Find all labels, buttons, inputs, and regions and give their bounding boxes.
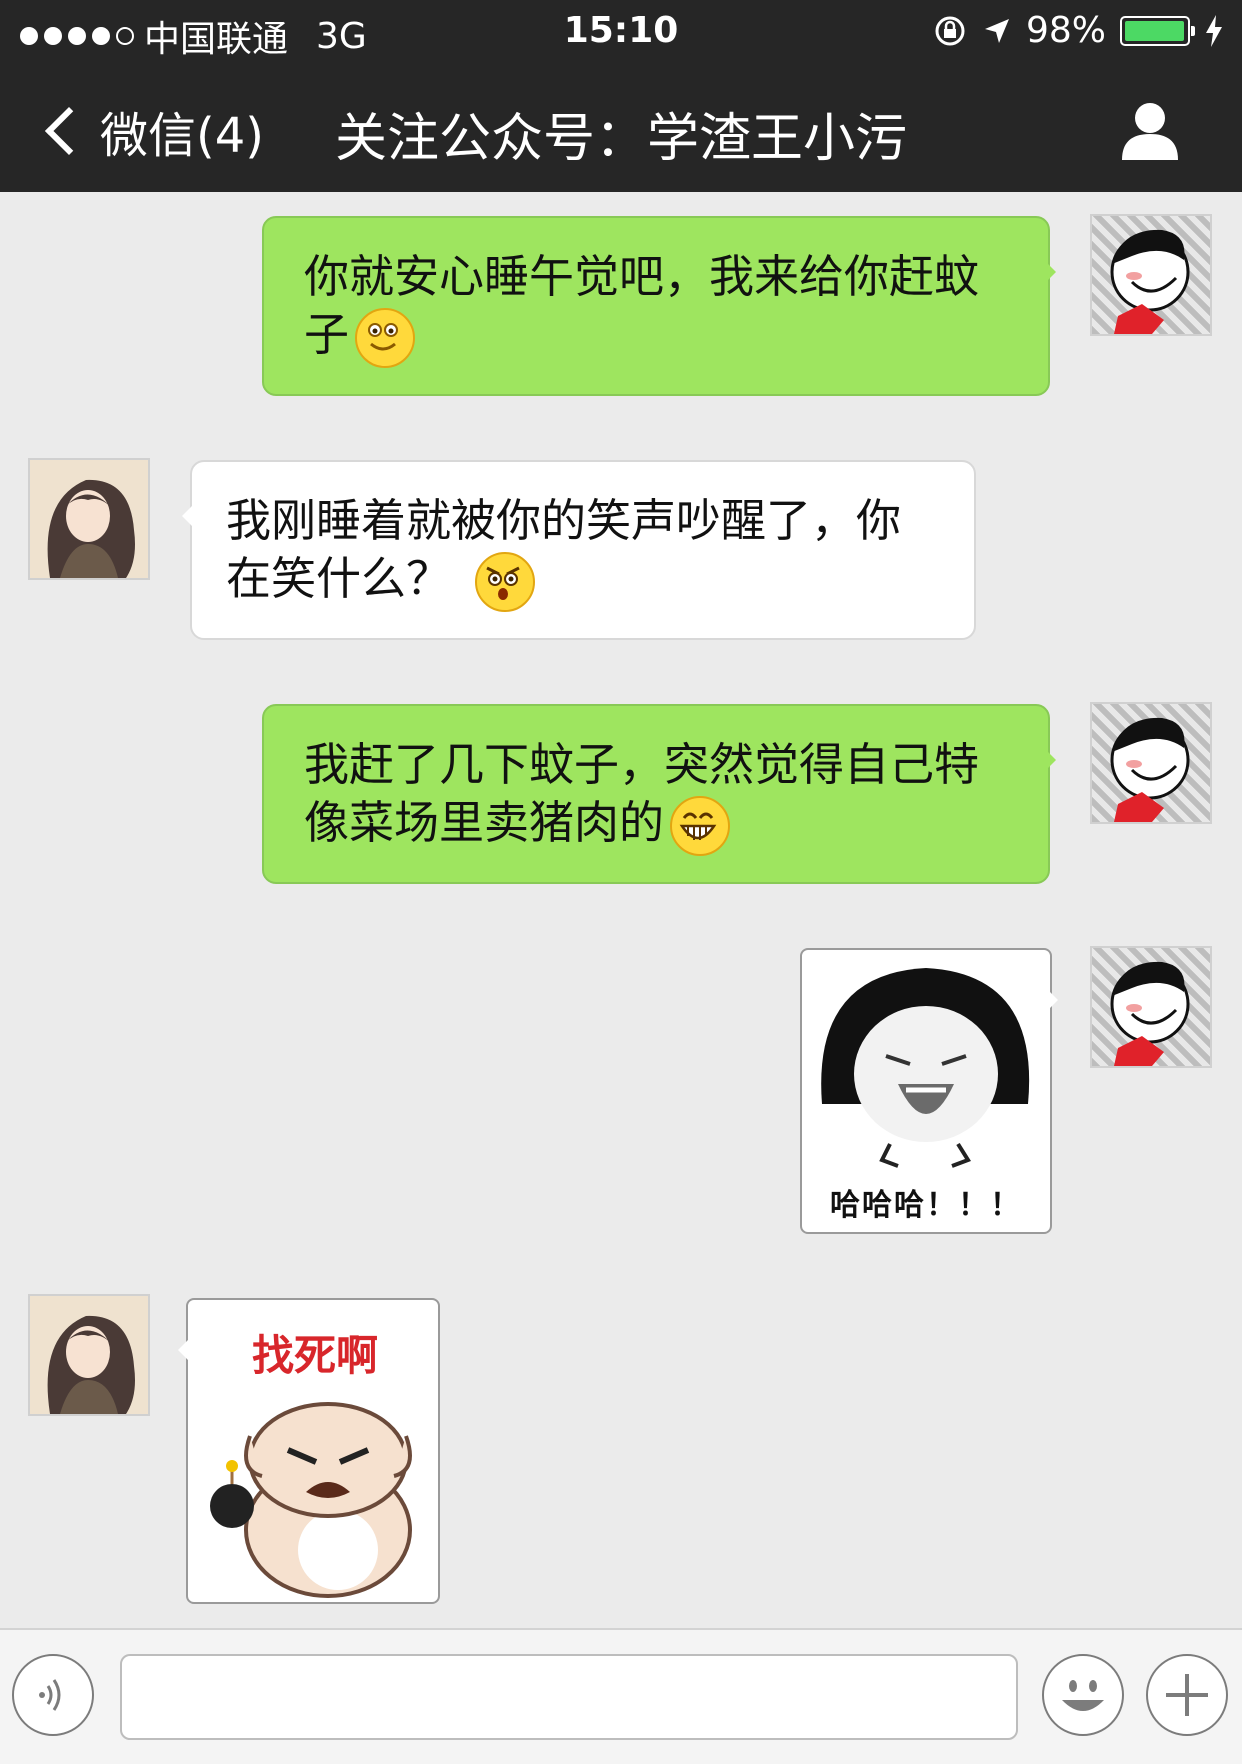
message-line: 你就安心睡午觉吧，我来给你赶蚊 <box>304 250 980 303</box>
message-text: 我刚睡着就被你的笑声吵醒了，你 在笑什么？ <box>226 492 944 612</box>
my-avatar[interactable] <box>1090 946 1212 1068</box>
more-options-button[interactable] <box>1146 1654 1228 1736</box>
smiley-icon <box>1062 1680 1104 1711</box>
message-line: 像菜场里卖猪肉的 <box>304 796 665 849</box>
location-arrow-icon <box>984 18 1009 43</box>
smile-emoji-icon <box>355 308 416 368</box>
my-avatar[interactable] <box>1090 214 1212 336</box>
plus-icon <box>1166 1674 1208 1716</box>
angry-dog-with-bomb-sticker-icon <box>210 1402 412 1598</box>
rotation-lock-icon <box>935 16 965 45</box>
message-line: 子 <box>304 308 350 361</box>
chat-title: 关注公众号：学渣王小污 <box>334 109 907 169</box>
message-line: 我刚睡着就被你的笑声吵醒了，你 <box>226 494 902 547</box>
message-line: 我赶了几下蚊子，突然觉得自己特 <box>304 738 980 791</box>
cartoon-boy-avatar-icon <box>1110 229 1190 334</box>
battery-percent: 98% <box>1025 10 1106 51</box>
cartoon-boy-avatar-icon <box>1110 961 1190 1066</box>
contact-avatar[interactable] <box>28 1294 150 1416</box>
sticker-caption: 哈哈哈！！！ <box>830 1188 1022 1223</box>
contact-avatar[interactable] <box>28 458 150 580</box>
shocked-emoji-icon <box>475 552 536 612</box>
message-bubble-received[interactable]: 我刚睡着就被你的笑声吵醒了，你 在笑什么？ <box>182 460 976 640</box>
nav-bar: 微信(4) 关注公众号：学渣王小污 <box>0 70 1242 190</box>
message-text: 我赶了几下蚊子，突然觉得自己特 像菜场里卖猪肉的 <box>304 736 1018 856</box>
cartoon-boy-avatar-icon <box>1110 717 1190 822</box>
message-input[interactable] <box>120 1654 1018 1740</box>
status-bar: 中国联通 3G 15:10 98% <box>0 0 1242 62</box>
sticker-caption: 找死啊 <box>251 1331 378 1380</box>
message-text: 你就安心睡午觉吧，我来给你赶蚊 子 <box>304 248 1018 368</box>
top-bar: 中国联通 3G 15:10 98% 微信(4) 关注公众号：学渣王小污 <box>0 0 1242 192</box>
charging-icon <box>1206 14 1222 47</box>
message-line: 在笑什么？ <box>226 552 452 605</box>
anime-girl-avatar-icon <box>30 1296 148 1414</box>
status-right: 98% <box>932 10 1224 51</box>
anime-girl-avatar-icon <box>30 460 148 578</box>
emoji-button[interactable] <box>1042 1654 1124 1736</box>
user-profile-icon[interactable] <box>1118 98 1182 162</box>
sticker-message-received[interactable]: 找死啊 <box>178 1298 440 1604</box>
grin-emoji-icon <box>670 796 731 856</box>
message-bubble-sent[interactable]: 我赶了几下蚊子，突然觉得自己特 像菜场里卖猪肉的 <box>262 704 1056 884</box>
laughing-face-sticker-icon <box>821 968 1030 1168</box>
voice-input-button[interactable] <box>12 1654 94 1736</box>
input-bar <box>0 1628 1242 1764</box>
sticker-message-sent[interactable]: 哈哈哈！！！ <box>800 948 1058 1234</box>
message-bubble-sent[interactable]: 你就安心睡午觉吧，我来给你赶蚊 子 <box>262 216 1056 396</box>
battery-icon <box>1120 15 1195 46</box>
voice-icon <box>39 1679 61 1711</box>
my-avatar[interactable] <box>1090 702 1212 824</box>
